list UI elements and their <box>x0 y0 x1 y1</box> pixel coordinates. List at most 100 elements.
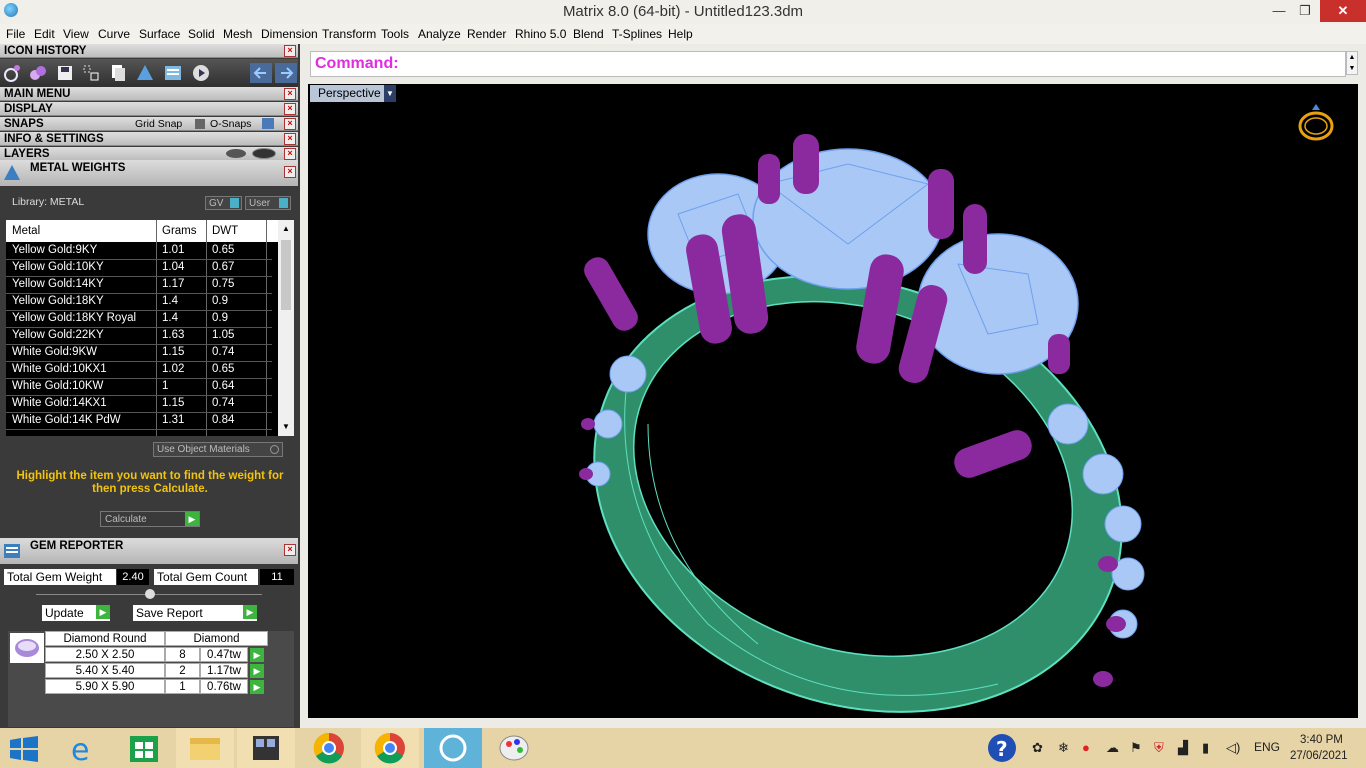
menu-curve[interactable]: Curve <box>98 27 130 41</box>
info-settings-header[interactable]: INFO & SETTINGS × <box>0 132 298 146</box>
table-row[interactable]: White Gold:9KW 1.15 0.74 <box>6 345 272 362</box>
flag-icon[interactable]: ⚑ <box>1130 740 1142 756</box>
round-diamond-icon[interactable] <box>10 633 44 663</box>
gem-size[interactable]: 5.40 X 5.40 <box>45 663 165 678</box>
tray-cloud-icon[interactable]: ☁ <box>1106 740 1119 756</box>
play-icon[interactable]: ▶ <box>250 680 264 694</box>
close-icon[interactable]: × <box>284 166 296 178</box>
close-icon[interactable]: × <box>284 45 296 57</box>
arrow-left-icon[interactable] <box>250 63 272 83</box>
matrix-app-icon[interactable] <box>237 728 295 768</box>
column-metal[interactable]: Metal <box>12 225 40 237</box>
main-menu-header[interactable]: MAIN MENU × <box>0 87 298 101</box>
table-row[interactable]: White Gold:14KX1 1.15 0.74 <box>6 396 272 413</box>
internet-explorer-icon[interactable]: e <box>55 728 113 768</box>
chevron-down-icon[interactable]: ▼ <box>282 422 290 431</box>
layer-visibility-icon[interactable] <box>226 149 246 158</box>
close-icon[interactable]: × <box>284 103 296 115</box>
table-row[interactable]: Yellow Gold:18KY Royal 1.4 0.9 <box>6 311 272 328</box>
tray-b-icon[interactable]: ● <box>1082 740 1090 755</box>
maximize-button[interactable]: ❐ <box>1290 0 1320 22</box>
display-header[interactable]: DISPLAY × <box>0 102 298 116</box>
use-object-materials-toggle[interactable]: Use Object Materials <box>153 442 283 457</box>
gv-toggle[interactable]: GV <box>205 196 242 210</box>
arrow-right-icon[interactable] <box>275 63 297 83</box>
table-row[interactable]: Yellow Gold:9KY 1.01 0.65 <box>6 243 272 260</box>
snaps-header[interactable]: SNAPS Grid Snap O-Snaps × <box>0 117 298 131</box>
metal-table-scrollbar[interactable]: ▲ ▼ <box>278 220 294 436</box>
shield-icon[interactable]: ⛨ <box>1154 740 1164 756</box>
ring-model[interactable] <box>568 124 1168 724</box>
menu-view[interactable]: View <box>63 27 89 41</box>
clock-date[interactable]: 27/06/2021 <box>1290 750 1348 762</box>
eye-icon[interactable] <box>252 148 276 159</box>
play-icon[interactable] <box>191 63 211 83</box>
gem-report-icon[interactable] <box>163 63 183 83</box>
transform-icon[interactable] <box>81 63 101 83</box>
scrollbar-thumb[interactable] <box>281 240 291 310</box>
table-row[interactable]: Yellow Gold:18KY 1.4 0.9 <box>6 294 272 311</box>
perspective-viewport[interactable]: Perspective ▼ <box>308 84 1358 718</box>
radio-icon[interactable] <box>270 445 279 454</box>
play-icon[interactable]: ▶ <box>96 605 110 619</box>
close-icon[interactable]: × <box>284 148 296 160</box>
windows-start-icon[interactable] <box>10 736 38 762</box>
calculate-button[interactable]: Calculate ▶ <box>100 511 200 527</box>
help-icon[interactable]: ? <box>987 733 1017 763</box>
layers-header[interactable]: LAYERS × <box>0 147 298 161</box>
splitter-handle[interactable] <box>145 589 155 599</box>
table-row[interactable]: Yellow Gold:10KY 1.04 0.67 <box>6 260 272 277</box>
user-toggle[interactable]: User <box>245 196 291 210</box>
metal-weight-icon[interactable] <box>135 63 155 83</box>
close-icon[interactable]: × <box>284 88 296 100</box>
menu-file[interactable]: File <box>6 27 25 41</box>
grid-snap-toggle[interactable]: Grid Snap <box>135 117 182 131</box>
menu-tsplines[interactable]: T-Splines <box>612 27 662 41</box>
chrome-icon[interactable] <box>361 728 419 768</box>
column-grams[interactable]: Grams <box>162 225 197 237</box>
menu-help[interactable]: Help <box>668 27 693 41</box>
command-input[interactable]: Command: <box>310 51 1346 77</box>
save-report-button[interactable]: Save Report ▶ <box>133 605 257 621</box>
gem-size[interactable]: 5.90 X 5.90 <box>45 679 165 694</box>
wifi-icon[interactable]: ▟ <box>1178 740 1188 756</box>
table-row[interactable]: White Gold:10KX1 1.02 0.65 <box>6 362 272 379</box>
play-icon[interactable]: ▶ <box>250 648 264 662</box>
menu-solid[interactable]: Solid <box>188 27 215 41</box>
chrome-icon[interactable] <box>300 728 358 768</box>
chevron-up-icon[interactable]: ▲ <box>282 224 290 233</box>
tray-app-icon[interactable]: ✿ <box>1032 740 1043 756</box>
menu-rhino[interactable]: Rhino 5.0 <box>515 27 566 41</box>
volume-icon[interactable]: ◁) <box>1226 740 1240 756</box>
play-icon[interactable]: ▶ <box>243 605 257 619</box>
menu-dimension[interactable]: Dimension <box>261 27 318 41</box>
gem-icon[interactable] <box>28 63 48 83</box>
copy-icon[interactable] <box>108 63 128 83</box>
file-explorer-icon[interactable] <box>176 728 234 768</box>
menu-tools[interactable]: Tools <box>381 27 409 41</box>
update-button[interactable]: Update ▶ <box>42 605 110 621</box>
table-row[interactable]: White Gold:10KW 1 0.64 <box>6 379 272 396</box>
command-spinner[interactable]: ▲ ▼ <box>1346 51 1358 75</box>
tray-snowflake-icon[interactable]: ❄ <box>1058 740 1069 756</box>
close-icon[interactable]: × <box>284 133 296 145</box>
gem-size[interactable]: 2.50 X 2.50 <box>45 647 165 662</box>
vpn-app-icon[interactable] <box>424 728 482 768</box>
column-dwt[interactable]: DWT <box>212 225 238 237</box>
menu-surface[interactable]: Surface <box>139 27 180 41</box>
menu-edit[interactable]: Edit <box>34 27 55 41</box>
menu-mesh[interactable]: Mesh <box>223 27 252 41</box>
table-row[interactable]: Yellow Gold:14KY 1.17 0.75 <box>6 277 272 294</box>
battery-icon[interactable]: ▮ <box>1202 740 1209 756</box>
paint-icon[interactable] <box>485 728 543 768</box>
close-icon[interactable]: × <box>284 544 296 556</box>
save-icon[interactable] <box>55 63 75 83</box>
grid-snap-checkbox[interactable] <box>195 119 205 129</box>
menu-transform[interactable]: Transform <box>322 27 376 41</box>
clock-time[interactable]: 3:40 PM <box>1300 734 1343 746</box>
table-row[interactable]: White Gold:14K PdW 1.31 0.84 <box>6 413 272 430</box>
chevron-down-icon[interactable]: ▼ <box>384 85 396 102</box>
ring-icon[interactable] <box>3 63 23 83</box>
menu-analyze[interactable]: Analyze <box>418 27 461 41</box>
play-icon[interactable]: ▶ <box>185 512 199 526</box>
